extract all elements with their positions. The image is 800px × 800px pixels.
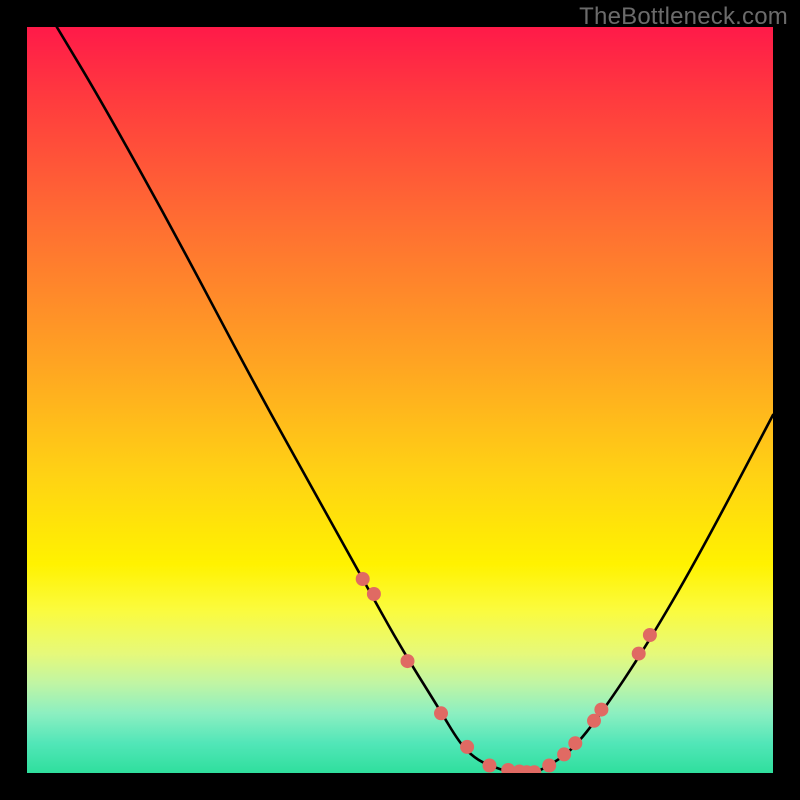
marker-point [594, 703, 608, 717]
bottleneck-curve [57, 27, 773, 773]
watermark-text: TheBottleneck.com [579, 3, 788, 31]
marker-point [367, 587, 381, 601]
marker-point [568, 736, 582, 750]
marker-point [401, 654, 415, 668]
marker-point [542, 759, 556, 773]
marker-point [356, 572, 370, 586]
chart-frame: TheBottleneck.com [0, 0, 800, 800]
marker-point [632, 647, 646, 661]
marker-point [460, 740, 474, 754]
marker-point [434, 706, 448, 720]
marker-point [557, 747, 571, 761]
marker-point [643, 628, 657, 642]
chart-svg [27, 27, 773, 773]
plot-area [27, 27, 773, 773]
highlight-markers [356, 572, 657, 773]
marker-point [483, 759, 497, 773]
